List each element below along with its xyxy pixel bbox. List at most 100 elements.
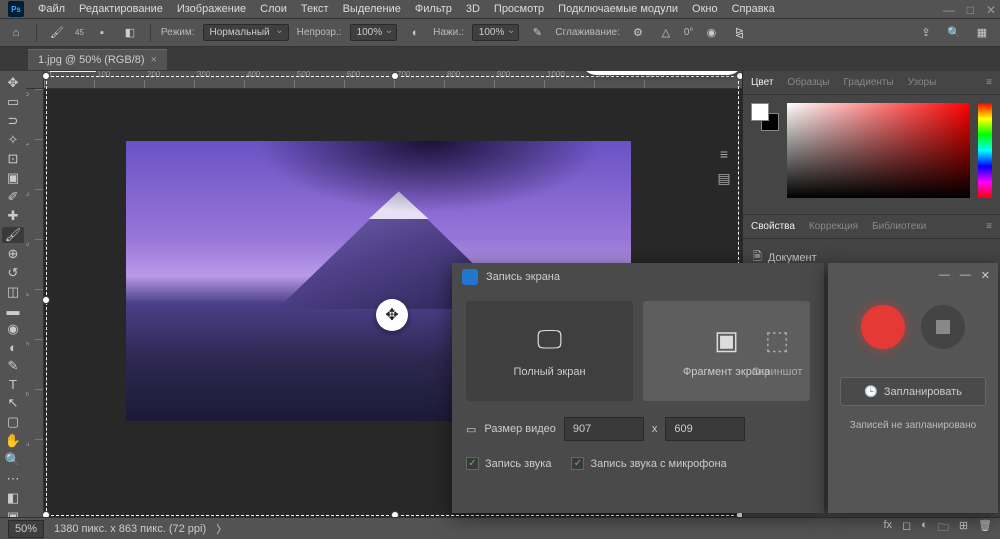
big-stop-button[interactable] [921,305,965,349]
zoom-input[interactable]: 50% [8,520,44,538]
crop-tool-icon[interactable]: ⊡ [2,151,24,167]
symmetry-icon[interactable]: ⧎ [729,23,749,43]
eraser-tool-icon[interactable]: ◫ [2,284,24,300]
gradient-tool-icon[interactable]: ▬ [2,303,24,318]
tab-color[interactable]: Цвет [751,77,773,88]
menu-layers[interactable]: Слои [260,3,287,15]
lasso-tool-icon[interactable]: ⊃ [2,113,24,129]
panel-menu-icon[interactable]: ≡ [986,221,992,232]
big-record-button[interactable] [861,305,905,349]
path-tool-icon[interactable]: ↖ [2,395,24,411]
menu-edit[interactable]: Редактирование [79,3,163,15]
record-mic-checkbox[interactable]: ✓ Запись звука с микрофона [571,457,726,470]
selection-handle[interactable] [391,72,399,80]
tab-libraries[interactable]: Библиотеки [872,221,926,232]
new-layer-icon[interactable]: ⊞ [959,519,968,538]
fx-icon[interactable]: fx [883,519,892,538]
pressure-opacity-icon[interactable]: ◐ [405,23,425,43]
chevron-icon[interactable]: 〉 [216,521,227,537]
move-tool-icon[interactable]: ✥ [2,75,24,91]
share-icon[interactable]: ⇪ [916,23,936,43]
color-swap-icon[interactable]: ◧ [2,490,24,506]
brush-preset-icon[interactable]: ▪ [92,23,112,43]
trash-icon[interactable]: 🗑 [978,519,992,538]
panel-menu-icon[interactable]: ≡ [986,77,992,88]
heal-tool-icon[interactable]: ✚ [2,208,24,224]
airbrush-icon[interactable]: ✎ [527,23,547,43]
document-tab[interactable]: 1.jpg @ 50% (RGB/8) × [28,49,167,70]
tab-properties[interactable]: Свойства [751,221,795,232]
ruler-tick: 900 [497,71,510,79]
flow-input[interactable]: 100% [472,24,520,41]
history-brush-icon[interactable]: ↺ [2,265,24,281]
menu-select[interactable]: Выделение [343,3,401,15]
record-sound-checkbox[interactable]: ✓ Запись звука [466,457,551,470]
ruler-vertical[interactable]: 0 1 2 3 4 5 6 7 [26,89,44,517]
home-icon[interactable]: ⌂ [6,23,26,43]
selection-handle[interactable] [42,511,50,517]
folder-icon[interactable]: 🗀 [938,519,949,538]
eyedropper-tool-icon[interactable]: ✐ [2,189,24,205]
menu-plugins[interactable]: Подключаемые модули [558,3,678,15]
selection-handle[interactable] [42,296,50,304]
window-maximize-icon[interactable]: □ [967,3,974,17]
mode-screenshot[interactable]: ⬚ Скриншот [734,301,820,401]
maximize-icon[interactable]: — [960,269,971,281]
brush-icon[interactable]: 🖌 [47,23,67,43]
more-tools-icon[interactable]: ⋯ [2,471,24,487]
menu-3d[interactable]: 3D [466,3,480,15]
selection-handle[interactable] [391,511,399,517]
minimize-icon[interactable]: — [939,269,950,281]
gear-icon[interactable]: ⚙ [628,23,648,43]
color-field[interactable] [787,103,970,198]
menu-help[interactable]: Справка [732,3,775,15]
brush-tool-icon[interactable]: 🖌 [2,227,24,243]
blend-mode-select[interactable]: Нормальный [203,24,289,41]
pen-tool-icon[interactable]: ✎ [2,358,24,374]
frame-tool-icon[interactable]: ▣ [2,170,24,186]
tab-adjustments[interactable]: Коррекция [809,221,858,232]
panel-icon[interactable]: ▤ [717,170,730,187]
pressure-size-icon[interactable]: ◉ [701,23,721,43]
height-input[interactable] [665,417,745,441]
adjustment-icon[interactable]: ◐ [921,519,928,538]
document-label: Документ [768,252,817,264]
tab-gradients[interactable]: Градиенты [843,77,893,88]
tab-patterns[interactable]: Узоры [908,77,937,88]
workspace-icon[interactable]: ▦ [972,23,992,43]
schedule-button[interactable]: 🕒 Запланировать [840,377,986,406]
menu-text[interactable]: Текст [301,3,329,15]
close-tab-icon[interactable]: × [151,54,157,66]
marquee-tool-icon[interactable]: ▭ [2,94,24,110]
menu-file[interactable]: Файл [38,3,65,15]
menu-filter[interactable]: Фильтр [415,3,452,15]
angle-icon[interactable]: △ [656,23,676,43]
wand-tool-icon[interactable]: ✧ [2,132,24,148]
hue-slider[interactable] [978,103,992,198]
window-close-icon[interactable]: ✕ [986,3,996,17]
shape-tool-icon[interactable]: ▢ [2,414,24,430]
width-input[interactable] [564,417,644,441]
mask-icon[interactable]: ◻ [902,519,911,538]
close-icon[interactable]: ✕ [981,269,990,282]
menu-image[interactable]: Изображение [177,3,246,15]
dodge-tool-icon[interactable]: ◐ [2,340,24,355]
search-icon[interactable]: 🔍 [944,23,964,43]
stamp-tool-icon[interactable]: ⊕ [2,246,24,262]
opacity-input[interactable]: 100% [350,24,398,41]
menu-view[interactable]: Просмотр [494,3,544,15]
swatch-icon[interactable]: ◧ [120,23,140,43]
color-swatch[interactable] [751,103,779,131]
tab-swatches[interactable]: Образцы [787,77,829,88]
window-minimize-icon[interactable]: — [943,3,955,17]
blur-tool-icon[interactable]: ◉ [2,321,24,337]
zoom-tool-icon[interactable]: 🔍 [2,452,24,468]
aspect-icon: ▭ [466,423,476,436]
menu-window[interactable]: Окно [692,3,718,15]
text-tool-icon[interactable]: T [2,377,24,392]
mode-fullscreen[interactable]: 🖵 Полный экран [466,301,633,401]
selection-handle[interactable] [42,72,50,80]
panel-icon[interactable]: ≡ [720,146,728,162]
hand-tool-icon[interactable]: ✋ [2,433,24,449]
selection-handle[interactable] [736,72,742,80]
